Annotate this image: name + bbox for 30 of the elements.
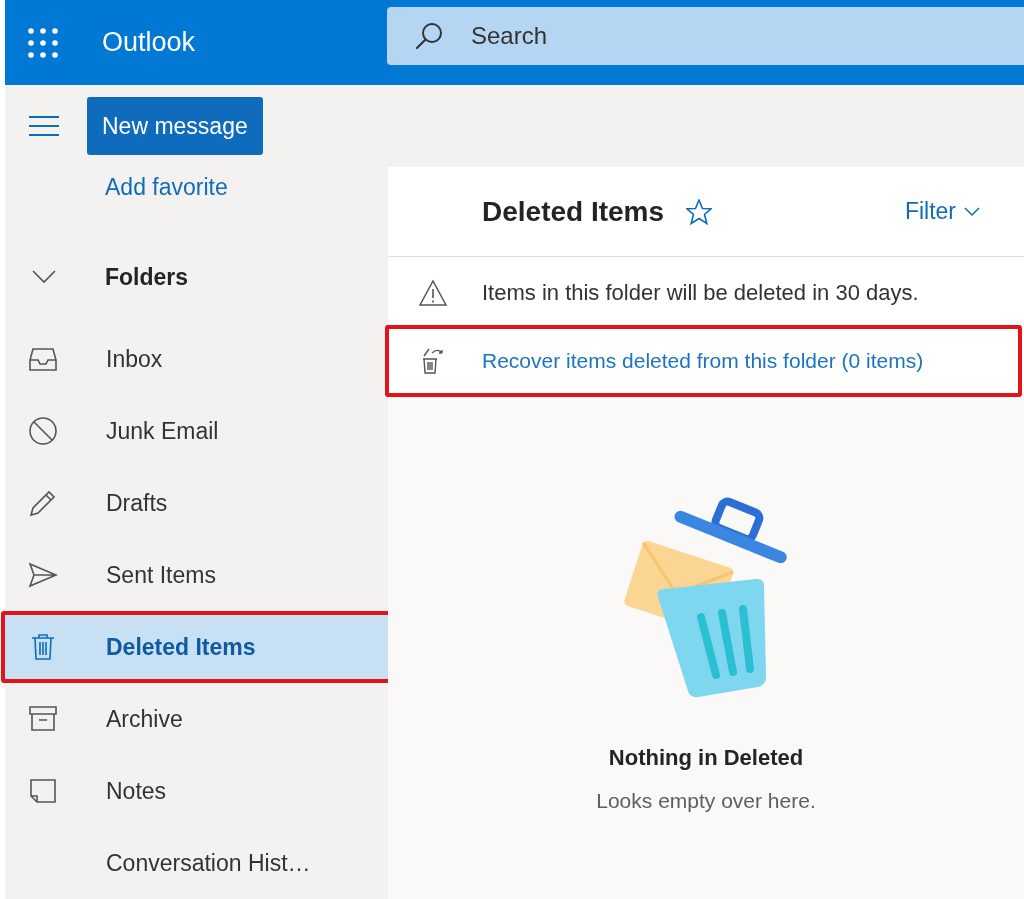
folder-item[interactable]: Archive [5,683,387,755]
folder-item[interactable]: Deleted Items [5,615,389,679]
folder-item[interactable]: Notes [5,755,387,827]
empty-state-subtitle: Looks empty over here. [596,789,816,813]
new-message-button[interactable]: New message [87,97,263,155]
folder-item[interactable]: Drafts [5,467,387,539]
retention-notice: Items in this folder will be deleted in 30 days. [482,280,919,306]
folder-item[interactable]: Junk Email [5,395,387,467]
send-icon [28,560,58,590]
folders-heading: Folders [105,263,189,291]
folder-item[interactable]: Inbox [5,323,387,395]
note-icon [28,776,58,806]
recover-items-link[interactable]: Recover items deleted from this folder (0 items) [482,349,924,373]
menu-icon[interactable] [29,115,59,137]
app-launcher-icon[interactable] [28,27,58,58]
app-name: Outlook [102,27,197,58]
folder-item[interactable]: Conversation Hist… [5,827,387,899]
add-favorite-link[interactable]: Add favorite [105,167,228,207]
pencil-icon [28,488,58,518]
empty-state-title: Nothing in Deleted [608,745,804,771]
warning-icon [418,279,448,307]
blocked-circle-icon [28,416,58,446]
search-field[interactable]: Search [387,7,1024,65]
chevron-icon[interactable] [32,270,56,284]
folder-title: Deleted Items [482,195,665,228]
chevron-icon [964,206,980,217]
star-icon[interactable] [686,198,713,225]
archive-box-icon [28,704,58,734]
folder-item[interactable]: Sent Items [5,539,387,611]
filter-button[interactable]: Filter [904,198,980,225]
